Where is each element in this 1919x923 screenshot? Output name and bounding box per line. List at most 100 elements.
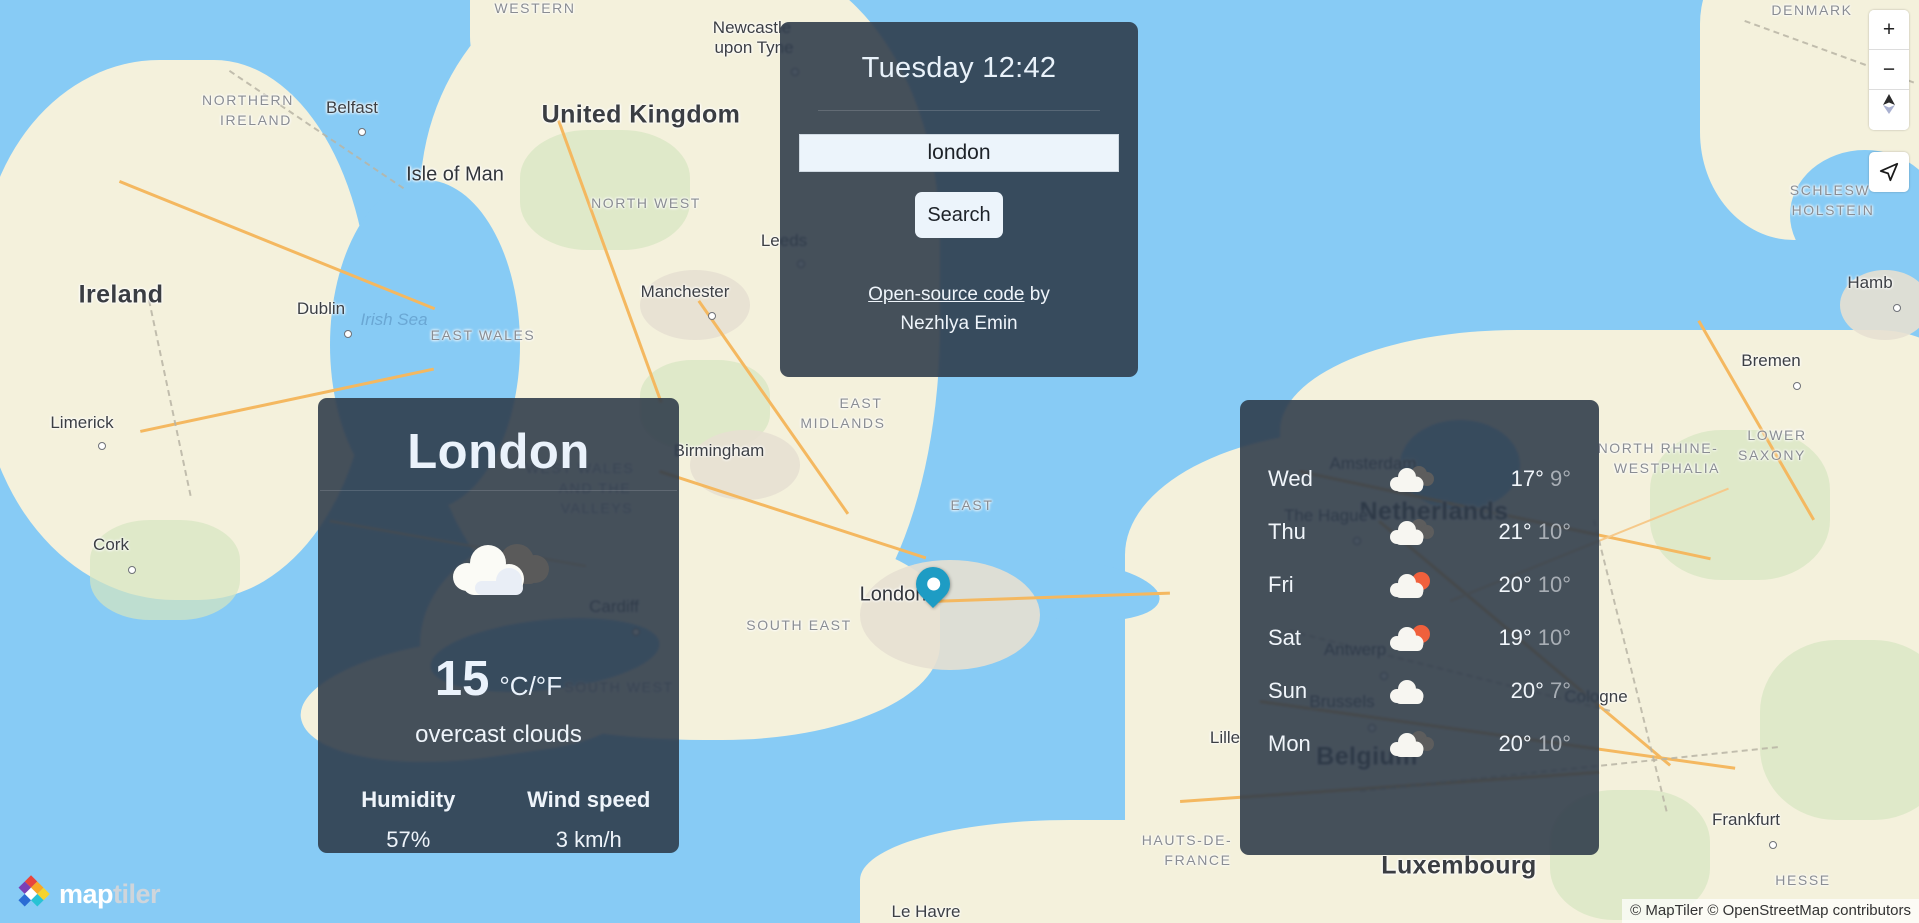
forecast-row: Thu 21° 10° [1240,505,1599,558]
forecast-icon-wrap [1354,674,1467,708]
city-dot [1793,382,1801,390]
forecast-temps: 20° 7° [1467,678,1571,704]
broken-clouds-icon [1389,465,1434,492]
map-label: EAST [950,497,994,513]
divider [320,490,677,491]
divider [818,110,1100,111]
forecast-day-label: Wed [1268,465,1313,491]
humidity-metric: Humidity 57% [318,787,499,853]
broken-clouds-icon [1389,730,1434,757]
search-button[interactable]: Search [915,192,1003,238]
current-weather-panel: London 15 °C/°F overcast clouds Humidity… [318,398,679,853]
forecast-row: Wed 17° 9° [1240,452,1599,505]
city-dot [1769,841,1777,849]
london-marker[interactable] [908,559,958,613]
forecast-min-temp: 10° [1537,624,1571,650]
city-dot [708,312,716,320]
humidity-value: 57% [386,827,431,852]
maptiler-word-map: map [59,878,114,909]
wind-speed-value: 3 km/h [555,827,622,852]
forecast-icon-wrap [1354,568,1467,602]
forecast-icon-wrap [1354,621,1467,655]
forest-patch [520,130,690,250]
forecast-icon-wrap [1354,462,1467,496]
search-input[interactable] [799,134,1119,172]
forecast-day-label: Mon [1268,730,1311,756]
urban-area-manchester [640,270,750,340]
overcast-clouds-icon [452,544,549,595]
city-dot [344,330,352,338]
forest-patch [1760,640,1919,820]
compass-north-icon [1883,94,1895,114]
city-dot [358,128,366,136]
open-source-code-link[interactable]: Open-source code [868,284,1024,305]
forecast-row: Fri 20° 10° [1240,558,1599,611]
forecast-temps: 20° 10° [1467,572,1571,598]
credit-author-label: Nezhlya Emin [900,313,1018,335]
forecast-day-label: Thu [1268,518,1306,544]
forecast-max-temp: 17° [1510,465,1544,491]
forecast-row: Sat 19° 10° [1240,611,1599,664]
city-dot [98,442,106,450]
forecast-max-temp: 20° [1498,571,1532,597]
zoom-in-button[interactable]: + [1869,10,1909,50]
city-dot [128,566,136,574]
forecast-day-label: Fri [1268,571,1294,597]
forecast-icon-wrap [1354,727,1467,761]
maptiler-logo[interactable]: maptiler [12,875,161,913]
temperature-unit-toggle[interactable]: °C/°F [499,671,562,702]
city-name: London [407,425,590,479]
compass-button[interactable] [1869,90,1909,130]
zoom-out-button[interactable]: − [1869,50,1909,90]
map-zoom-controls[interactable]: + − [1869,10,1909,130]
forest-patch [90,520,240,620]
landmass-ireland [0,60,370,600]
forecast-temps: 17° 9° [1467,466,1571,492]
forecast-icon-wrap [1354,515,1467,549]
forecast-row: Mon 20° 10° [1240,717,1599,770]
maptiler-diamond-icon [18,875,50,907]
forecast-max-temp: 19° [1498,624,1532,650]
forecast-row: Sun 20° 7° [1240,664,1599,717]
current-weather-icon-wrap [318,539,679,605]
credit-text: Open-source code by Nezhlya Emin [780,280,1138,339]
forecast-min-temp: 9° [1549,465,1571,491]
credit-by-label: by [1024,284,1050,305]
forecast-temps: 21° 10° [1467,519,1571,545]
search-panel: Tuesday 12:42 Search Open-source code by… [780,22,1138,377]
forecast-max-temp: 21° [1498,518,1532,544]
temperature-value: 15 [434,652,490,706]
urban-area-birmingham [690,430,800,500]
map-label: Belfast [326,98,378,117]
maptiler-word-tiler: tiler [113,878,161,909]
geolocate-arrow-icon [1879,162,1899,182]
metrics-row: Humidity 57% Wind speed 3 km/h [318,787,679,853]
humidity-label: Humidity [361,787,456,812]
forecast-min-temp: 10° [1537,518,1571,544]
city-dot [1893,304,1901,312]
forecast-day-label: Sun [1268,677,1308,703]
forecast-temps: 19° 10° [1467,625,1571,651]
map-pin-icon [908,559,958,609]
forecast-panel: Wed 17° 9° Thu 21° 10° Fri 20° 10° Sat 19° 10° Sun 20… [1240,400,1599,855]
forecast-min-temp: 10° [1537,571,1571,597]
urban-area-london [860,560,1040,670]
forecast-max-temp: 20° [1510,677,1544,703]
forecast-min-temp: 7° [1549,677,1571,703]
weather-condition-label: overcast clouds [415,721,582,748]
wind-metric: Wind speed 3 km/h [499,787,680,853]
wind-speed-label: Wind speed [527,787,651,812]
clock-label: Tuesday 12:42 [861,52,1057,84]
sun-behind-cloud-icon [1389,624,1430,651]
maptiler-wordmark: maptiler [59,878,161,910]
broken-clouds-icon [1389,518,1434,545]
sun-behind-cloud-icon [1389,571,1430,598]
temperature-row: 15 °C/°F [318,651,679,707]
map-attribution[interactable]: © MapTiler © OpenStreetMap contributors [1622,899,1919,923]
forecast-temps: 20° 10° [1467,731,1571,757]
forecast-max-temp: 20° [1498,730,1532,756]
cloud-icon [1389,679,1423,704]
forecast-min-temp: 10° [1537,730,1571,756]
forecast-day-label: Sat [1268,624,1302,650]
geolocate-button[interactable] [1869,152,1909,192]
